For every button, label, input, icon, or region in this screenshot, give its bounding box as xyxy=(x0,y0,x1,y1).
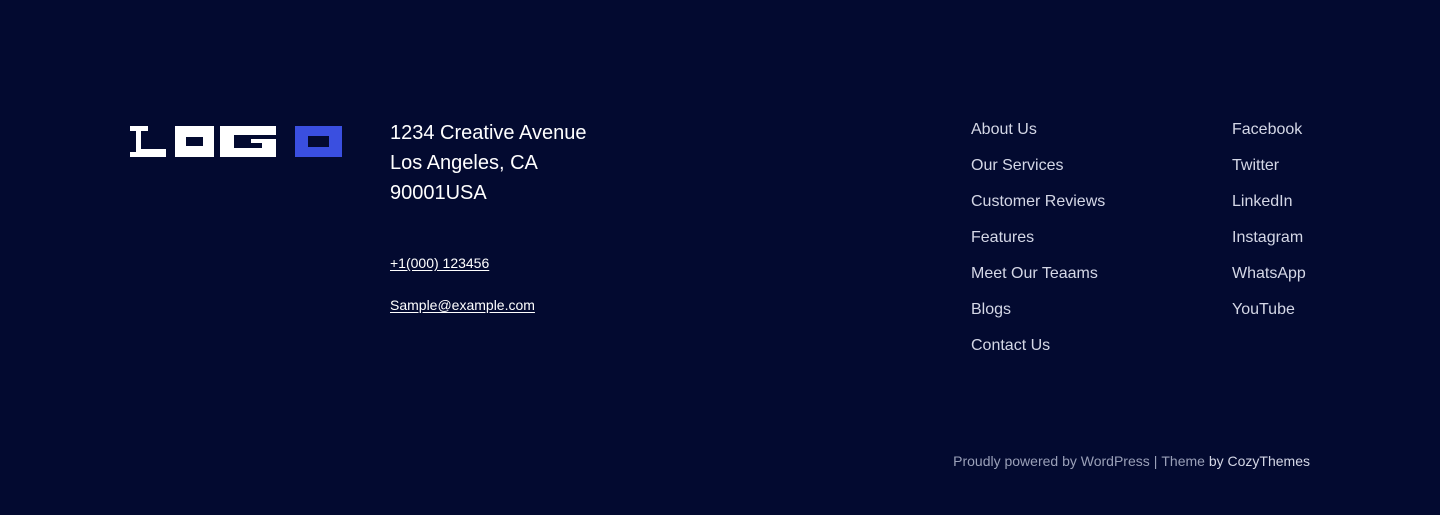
footer-social-menu: Facebook Twitter LinkedIn Instagram What… xyxy=(1232,120,1306,336)
site-footer: 1234 Creative Avenue Los Angeles, CA 900… xyxy=(0,0,1440,515)
wordpress-credit-link[interactable]: Proudly powered by WordPress xyxy=(953,453,1150,469)
nav-link-features[interactable]: Features xyxy=(971,228,1105,264)
nav-link-about-us[interactable]: About Us xyxy=(971,120,1105,156)
footer-credits: Proudly powered by WordPress | Theme by Co… xyxy=(953,453,1310,469)
address-city: Los Angeles, CA xyxy=(390,152,538,174)
nav-link-contact-us[interactable]: Contact Us xyxy=(971,336,1105,372)
logo-graphic xyxy=(130,126,342,157)
theme-author-link[interactable]: by CozyThemes xyxy=(1209,453,1310,469)
social-link-whatsapp[interactable]: WhatsApp xyxy=(1232,264,1306,300)
address-block: 1234 Creative Avenue Los Angeles, CA 900… xyxy=(390,118,586,208)
social-link-youtube[interactable]: YouTube xyxy=(1232,300,1306,336)
credits-separator: | xyxy=(1153,453,1158,469)
email-link[interactable]: Sample@example.com xyxy=(390,297,535,313)
social-link-twitter[interactable]: Twitter xyxy=(1232,156,1306,192)
nav-link-customer-reviews[interactable]: Customer Reviews xyxy=(971,192,1105,228)
nav-link-our-services[interactable]: Our Services xyxy=(971,156,1105,192)
social-link-instagram[interactable]: Instagram xyxy=(1232,228,1306,264)
theme-label: Theme xyxy=(1161,453,1205,469)
site-logo[interactable] xyxy=(130,126,342,157)
nav-link-meet-our-teams[interactable]: Meet Our Teaams xyxy=(971,264,1105,300)
phone-link[interactable]: +1(000) 123456 xyxy=(390,255,489,271)
social-link-facebook[interactable]: Facebook xyxy=(1232,120,1306,156)
address-street: 1234 Creative Avenue xyxy=(390,122,587,144)
address-zip: 90001USA xyxy=(390,182,487,204)
social-link-linkedin[interactable]: LinkedIn xyxy=(1232,192,1306,228)
footer-nav-menu: About Us Our Services Customer Reviews F… xyxy=(971,120,1105,372)
nav-link-blogs[interactable]: Blogs xyxy=(971,300,1105,336)
